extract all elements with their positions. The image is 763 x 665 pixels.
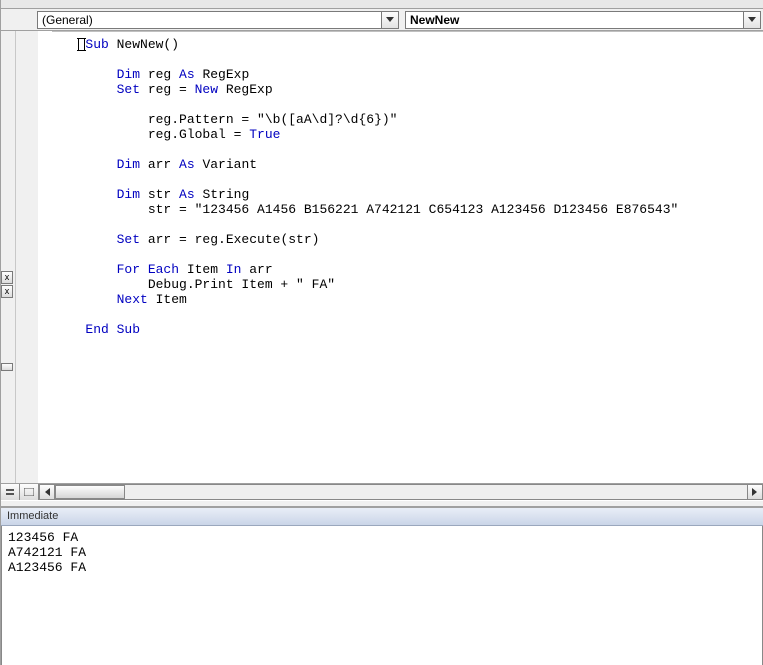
- procedure-separator: [52, 31, 763, 32]
- hscroll-left-arrow[interactable]: [39, 484, 55, 500]
- vbe-window: (General) NewNew x x Sub NewNew() Dim re…: [0, 0, 763, 665]
- procedure-view-button[interactable]: [1, 484, 20, 500]
- hscroll-thumb[interactable]: [55, 485, 125, 499]
- code-text[interactable]: Sub NewNew() Dim reg As RegExp Set reg =…: [38, 31, 763, 337]
- horizontal-splitter[interactable]: [1, 500, 763, 507]
- docked-edge-handle[interactable]: [1, 363, 13, 371]
- docked-close-button-1[interactable]: x: [1, 271, 13, 284]
- editor-gutter: x x: [1, 31, 38, 483]
- immediate-window: Immediate 123456 FA A742121 FA A123456 F…: [1, 507, 763, 665]
- object-combo-button[interactable]: [381, 12, 398, 28]
- object-procedure-bar: (General) NewNew: [1, 9, 763, 31]
- immediate-window-body[interactable]: 123456 FA A742121 FA A123456 FA: [1, 526, 763, 665]
- horizontal-scrollbar[interactable]: [39, 484, 763, 500]
- docked-close-button-2[interactable]: x: [1, 285, 13, 298]
- hscroll-track[interactable]: [55, 484, 747, 500]
- breakpoint-margin[interactable]: [15, 31, 38, 483]
- immediate-output[interactable]: 123456 FA A742121 FA A123456 FA: [2, 526, 762, 579]
- immediate-window-title[interactable]: Immediate: [1, 508, 763, 526]
- object-combo-text: (General): [38, 13, 381, 27]
- full-module-view-button[interactable]: [20, 484, 39, 500]
- toolbar-strip: [1, 0, 763, 9]
- procedure-combo-text: NewNew: [406, 13, 743, 27]
- hscroll-right-arrow[interactable]: [747, 484, 763, 500]
- object-combo[interactable]: (General): [37, 11, 399, 29]
- code-editor-region: x x Sub NewNew() Dim reg As RegExp Set r…: [1, 31, 763, 483]
- editor-bottom-bar: [1, 483, 763, 500]
- code-area[interactable]: Sub NewNew() Dim reg As RegExp Set reg =…: [38, 31, 763, 483]
- procedure-combo-button[interactable]: [743, 12, 760, 28]
- current-line-marker: [78, 38, 85, 51]
- procedure-combo[interactable]: NewNew: [405, 11, 761, 29]
